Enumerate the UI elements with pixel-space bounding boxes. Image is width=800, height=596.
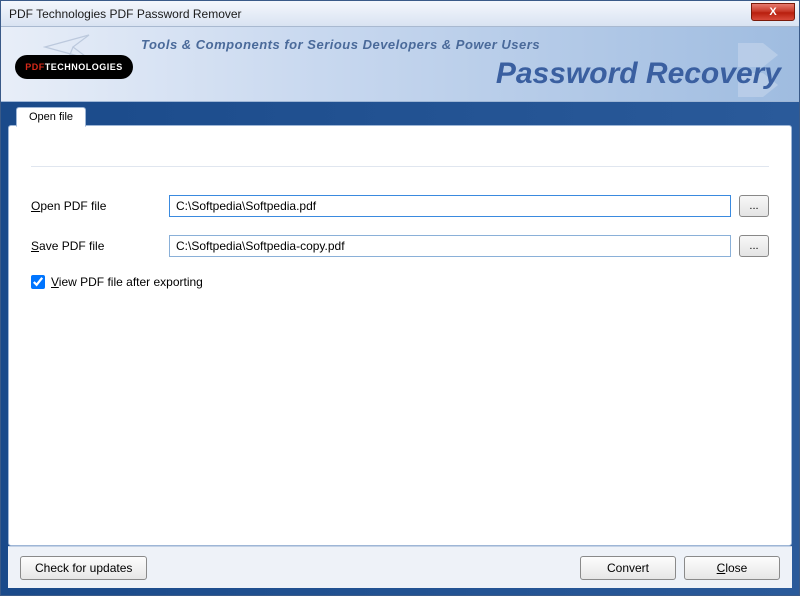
check-updates-button[interactable]: Check for updates bbox=[20, 556, 147, 580]
tab-label: Open file bbox=[29, 111, 73, 123]
open-pdf-row: Open PDF file ... bbox=[31, 195, 769, 217]
brand-logo: PDF TECHNOLOGIES bbox=[15, 55, 133, 79]
open-pdf-input[interactable] bbox=[169, 195, 731, 217]
button-label: Check for updates bbox=[35, 561, 132, 575]
brand-logo-text-1: PDF bbox=[25, 62, 45, 72]
tab-open-file[interactable]: Open file bbox=[16, 107, 86, 127]
view-after-export-label: View PDF file after exporting bbox=[51, 275, 203, 289]
window-close-button[interactable]: X bbox=[751, 3, 795, 21]
save-pdf-browse-button[interactable]: ... bbox=[739, 235, 769, 257]
save-pdf-row: Save PDF file ... bbox=[31, 235, 769, 257]
save-pdf-label: Save PDF file bbox=[31, 239, 169, 253]
window-title: PDF Technologies PDF Password Remover bbox=[5, 7, 242, 21]
app-window: PDF Technologies PDF Password Remover X … bbox=[0, 0, 800, 596]
banner: PDF TECHNOLOGIES Tools & Components for … bbox=[1, 27, 799, 102]
ellipsis-icon: ... bbox=[749, 240, 758, 252]
button-label: Close bbox=[717, 561, 748, 575]
close-icon: X bbox=[769, 6, 776, 18]
brand-logo-text-2: TECHNOLOGIES bbox=[45, 62, 123, 72]
divider bbox=[31, 166, 769, 167]
ellipsis-icon: ... bbox=[749, 200, 758, 212]
footer: Check for updates Convert Close bbox=[8, 546, 792, 588]
view-after-export-checkbox[interactable] bbox=[31, 275, 45, 289]
save-pdf-input[interactable] bbox=[169, 235, 731, 257]
convert-button[interactable]: Convert bbox=[580, 556, 676, 580]
close-button[interactable]: Close bbox=[684, 556, 780, 580]
titlebar[interactable]: PDF Technologies PDF Password Remover X bbox=[1, 1, 799, 27]
tab-panel: Open file Open PDF file ... Save PDF fil… bbox=[8, 125, 792, 546]
button-label: Convert bbox=[607, 561, 649, 575]
banner-title: Password Recovery bbox=[496, 57, 781, 91]
content-area: Open file Open PDF file ... Save PDF fil… bbox=[1, 102, 799, 595]
banner-tagline: Tools & Components for Serious Developer… bbox=[141, 37, 540, 52]
view-after-export-row: View PDF file after exporting bbox=[31, 275, 769, 289]
open-pdf-browse-button[interactable]: ... bbox=[739, 195, 769, 217]
open-pdf-label: Open PDF file bbox=[31, 199, 169, 213]
